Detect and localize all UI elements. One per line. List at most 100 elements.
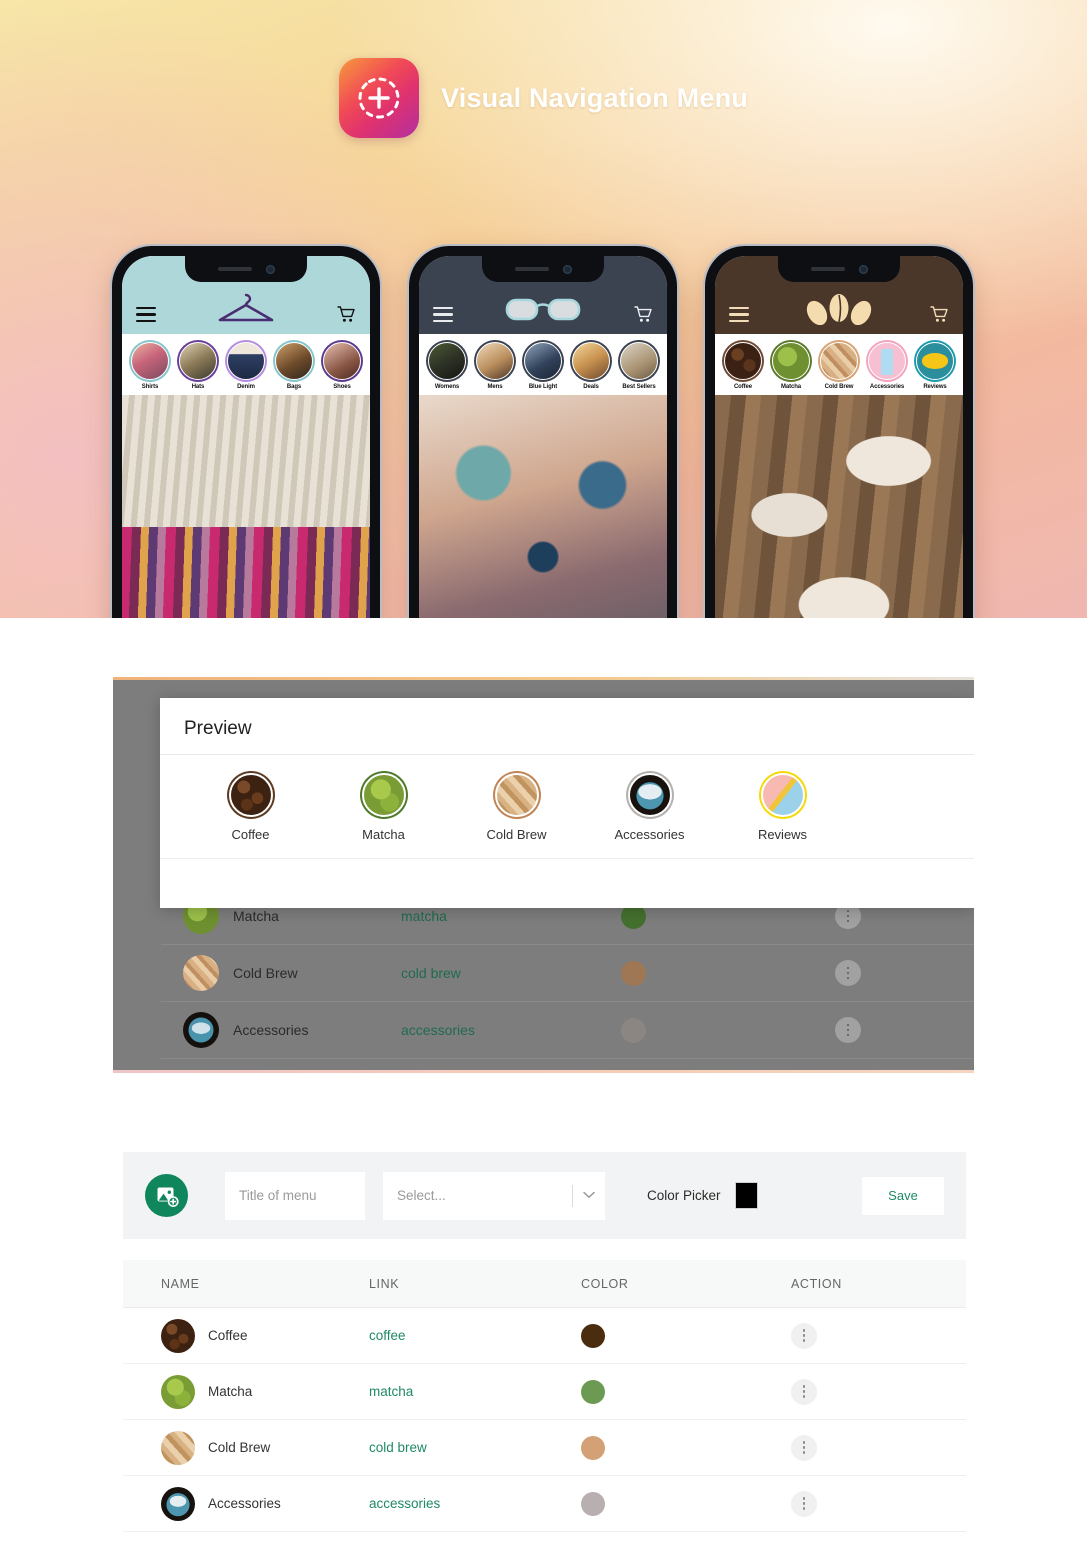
chevron-down-icon[interactable] xyxy=(583,1190,595,1202)
hero-photo-clothing xyxy=(122,395,370,618)
color-swatch xyxy=(581,1435,605,1460)
preview-item-cold-brew[interactable]: Cold Brew xyxy=(450,771,583,842)
story-item[interactable]: Accessories xyxy=(865,340,909,390)
story-label: Womens xyxy=(434,384,460,390)
more-vertical-icon[interactable] xyxy=(791,1434,817,1461)
hamburger-menu-icon[interactable] xyxy=(136,303,156,326)
phone-mockups: Shirts Hats Denim Bags Shoes Womens Mens… xyxy=(0,246,1087,618)
story-item[interactable]: Shirts xyxy=(128,340,172,390)
table-header-row: NAME LINK COLOR ACTION xyxy=(123,1260,966,1308)
story-item[interactable]: Denim xyxy=(224,340,268,390)
row-link[interactable]: matcha xyxy=(401,908,621,924)
row-name-cell: Cold Brew xyxy=(161,1430,369,1465)
row-link[interactable]: accessories xyxy=(369,1496,581,1511)
color-picker-swatch[interactable] xyxy=(734,1182,758,1209)
story-item[interactable]: Coffee xyxy=(721,340,765,390)
story-label: Accessories xyxy=(869,384,905,390)
menu-items-table: NAME LINK COLOR ACTION Coffee coffee Mat… xyxy=(123,1260,966,1532)
story-item[interactable]: Mens xyxy=(473,340,517,390)
table-row[interactable]: Accessories accessories xyxy=(161,1002,974,1059)
row-name: Accessories xyxy=(233,1022,309,1038)
menu-title-placeholder: Title of menu xyxy=(239,1188,317,1203)
row-color-cell xyxy=(581,1435,791,1460)
story-row: Shirts Hats Denim Bags Shoes xyxy=(122,334,370,395)
hero-banner: Visual Navigation Menu Shirts Hats Denim… xyxy=(0,0,1087,618)
preview-item-label: Matcha xyxy=(362,827,405,842)
preview-item-accessories[interactable]: Accessories xyxy=(583,771,716,842)
row-name-cell: Accessories xyxy=(183,1012,401,1048)
band-bottom-edge xyxy=(113,1070,974,1073)
row-link[interactable]: cold brew xyxy=(369,1440,581,1455)
story-item[interactable]: Cold Brew xyxy=(817,340,861,390)
phone-notch xyxy=(482,256,604,282)
avatar xyxy=(161,1318,195,1353)
table-row[interactable]: Cold Brew cold brew xyxy=(123,1420,966,1476)
color-swatch xyxy=(621,960,646,986)
story-label: Denim xyxy=(237,384,255,390)
more-vertical-icon[interactable] xyxy=(791,1378,817,1405)
story-item[interactable]: Deals xyxy=(569,340,613,390)
avatar xyxy=(760,773,805,817)
clothes-hanger-icon xyxy=(214,291,278,330)
dialog-footer xyxy=(160,859,974,907)
story-item[interactable]: Blue Light xyxy=(521,340,565,390)
table-row[interactable]: Coffee coffee xyxy=(123,1308,966,1364)
row-link[interactable]: accessories xyxy=(401,1022,621,1038)
preview-item-matcha[interactable]: Matcha xyxy=(317,771,450,842)
preview-item-label: Reviews xyxy=(757,827,808,842)
story-label: Bags xyxy=(286,384,302,390)
dialog-header: Preview xyxy=(160,698,974,755)
hero-photo-coffee xyxy=(715,395,963,618)
hamburger-menu-icon[interactable] xyxy=(433,303,453,326)
shopping-cart-icon[interactable] xyxy=(930,306,949,326)
table-row[interactable]: Cold Brew cold brew xyxy=(161,945,974,1002)
story-item[interactable]: Hats xyxy=(176,340,220,390)
phone-mockup-coffee: Coffee Matcha Cold Brew Accessories Revi… xyxy=(705,246,973,618)
image-add-icon[interactable] xyxy=(145,1174,188,1217)
preview-item-reviews[interactable]: Reviews xyxy=(716,771,849,842)
story-label: Deals xyxy=(583,384,599,390)
story-label: Hats xyxy=(191,384,205,390)
story-item[interactable]: Reviews xyxy=(913,340,957,390)
row-name-cell: Cold Brew xyxy=(183,955,401,991)
story-row: Womens Mens Blue Light Deals Best Seller… xyxy=(419,334,667,395)
color-swatch xyxy=(581,1491,605,1516)
row-action-cell xyxy=(791,1378,911,1405)
story-item[interactable]: Matcha xyxy=(769,340,813,390)
save-button[interactable]: Save xyxy=(862,1176,944,1215)
coffee-beans-icon xyxy=(803,291,875,330)
avatar xyxy=(161,1430,195,1465)
row-color-cell xyxy=(621,960,835,986)
more-vertical-icon[interactable] xyxy=(791,1322,817,1349)
modal-overlay-scrim[interactable]: Matcha matcha Cold Brew cold brew Access… xyxy=(113,680,974,1070)
row-link[interactable]: coffee xyxy=(369,1328,581,1343)
avatar xyxy=(228,773,273,817)
more-vertical-icon[interactable] xyxy=(835,1017,861,1043)
row-name-cell: Matcha xyxy=(161,1374,369,1409)
more-vertical-icon[interactable] xyxy=(835,960,861,986)
story-label: Matcha xyxy=(780,384,802,390)
shopping-cart-icon[interactable] xyxy=(634,306,653,326)
preview-dialog: Preview Coffee Matcha Cold Brew Accessor… xyxy=(160,698,974,908)
avatar xyxy=(183,1012,219,1048)
page-title: Visual Navigation Menu xyxy=(441,82,748,113)
row-action-cell xyxy=(835,1017,955,1043)
shopping-cart-icon[interactable] xyxy=(337,306,356,326)
table-row[interactable]: Accessories accessories xyxy=(123,1476,966,1532)
preview-item-coffee[interactable]: Coffee xyxy=(184,771,317,842)
more-vertical-icon[interactable] xyxy=(791,1490,817,1517)
story-label: Cold Brew xyxy=(824,384,854,390)
row-link[interactable]: matcha xyxy=(369,1384,581,1399)
row-link[interactable]: cold brew xyxy=(401,965,621,981)
table-row[interactable]: Matcha matcha xyxy=(123,1364,966,1420)
hamburger-menu-icon[interactable] xyxy=(729,303,749,326)
menu-title-input[interactable]: Title of menu xyxy=(225,1171,365,1220)
story-item[interactable]: Womens xyxy=(425,340,469,390)
avatar xyxy=(161,1486,195,1521)
story-item[interactable]: Best Sellers xyxy=(617,340,661,390)
story-item[interactable]: Shoes xyxy=(320,340,364,390)
story-item[interactable]: Bags xyxy=(272,340,316,390)
color-swatch xyxy=(621,1017,646,1043)
menu-type-select[interactable]: Select... xyxy=(383,1171,605,1220)
row-color-cell xyxy=(621,1017,835,1043)
